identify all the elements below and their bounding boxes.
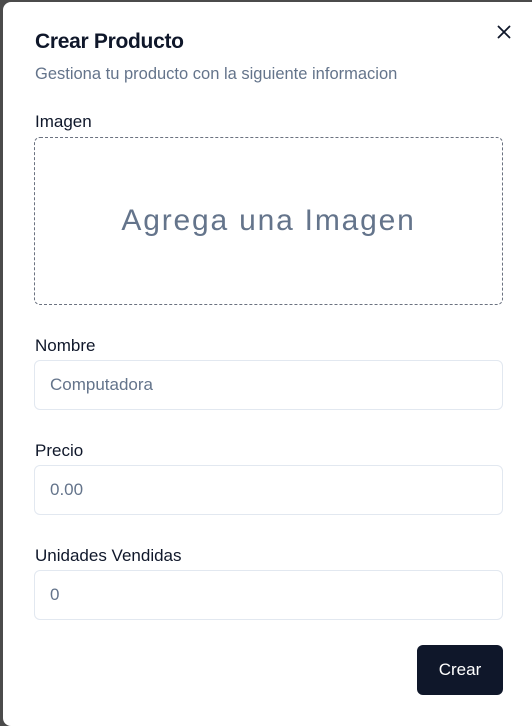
price-label: Precio <box>35 441 84 460</box>
create-product-dialog: Crear Producto Gestiona tu producto con … <box>3 2 532 726</box>
dialog-title: Crear Producto <box>35 30 184 53</box>
dialog-subtitle: Gestiona tu producto con la siguiente in… <box>35 65 398 83</box>
name-label: Nombre <box>35 336 96 355</box>
units-sold-label: Unidades Vendidas <box>35 546 182 565</box>
image-dropzone[interactable]: Agrega una Imagen <box>34 137 503 305</box>
create-button[interactable]: Crear <box>417 645 503 695</box>
image-dropzone-text: Agrega una Imagen <box>121 204 416 237</box>
units-sold-input[interactable] <box>34 570 503 620</box>
close-icon <box>497 25 511 39</box>
close-button[interactable] <box>493 21 515 43</box>
name-input[interactable] <box>34 360 503 410</box>
price-input[interactable] <box>34 465 503 515</box>
image-label: Imagen <box>35 112 92 131</box>
